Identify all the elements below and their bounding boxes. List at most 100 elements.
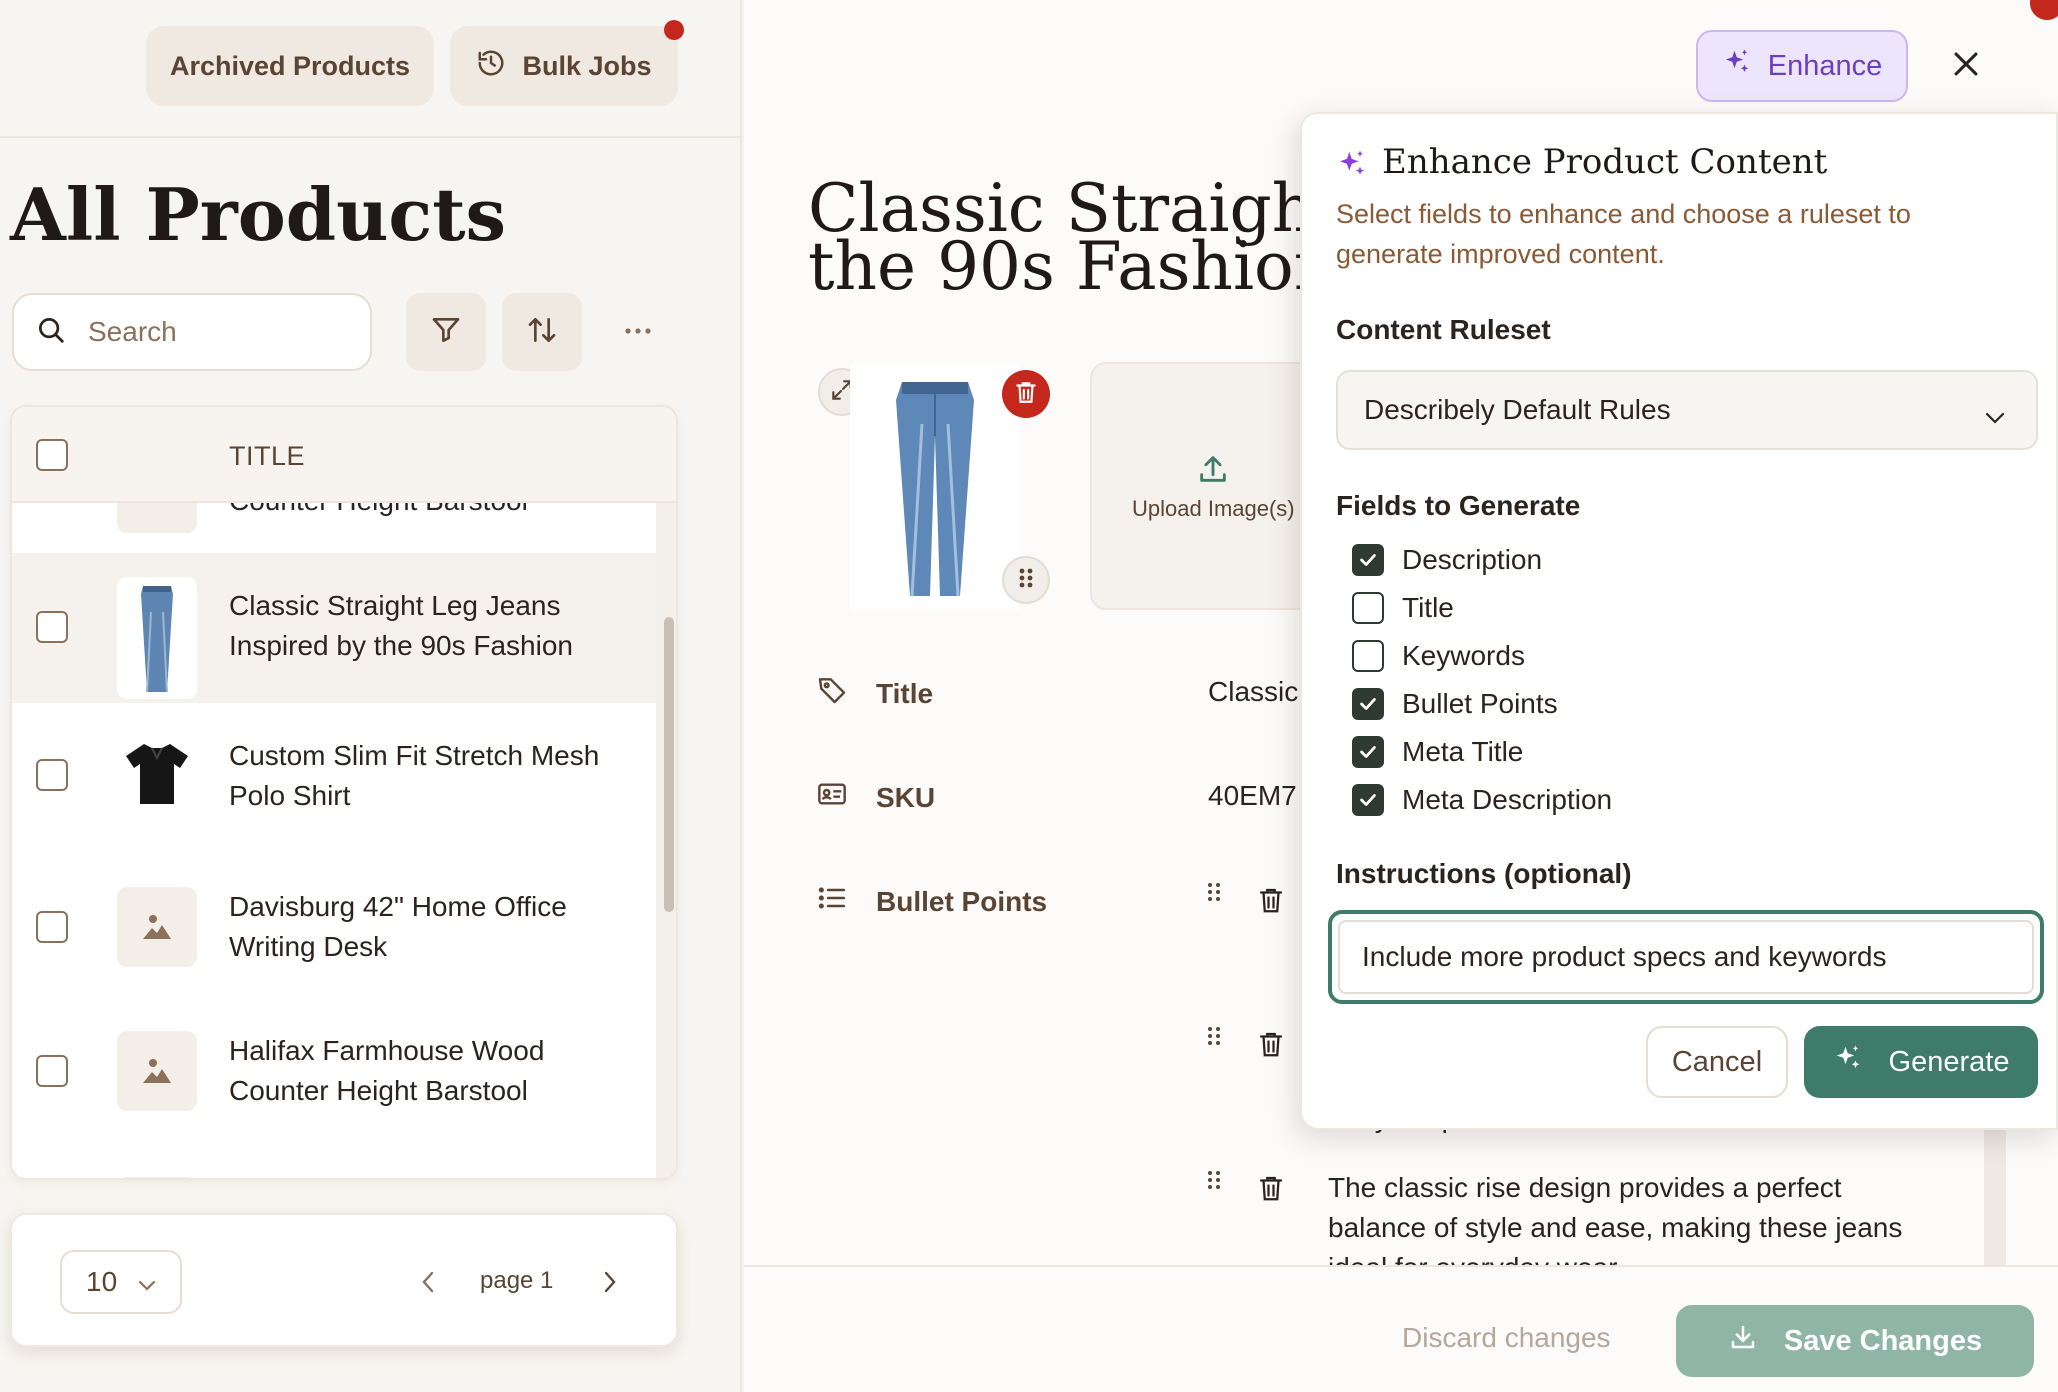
chevron-left-icon (418, 1271, 438, 1301)
sort-button[interactable] (502, 293, 582, 371)
field-checkbox-keywords[interactable]: Keywords (1352, 640, 1525, 672)
generate-button[interactable]: Generate (1804, 1026, 2038, 1098)
row-checkbox[interactable] (36, 759, 68, 791)
jeans-image (117, 577, 197, 699)
chevron-down-icon (137, 1266, 157, 1298)
product-list-panel: Archived Products Bulk Jobs All Products… (0, 0, 742, 1392)
cancel-button[interactable]: Cancel (1646, 1026, 1788, 1098)
product-table: TITLE Counter Height Barstool Classic St… (10, 405, 678, 1180)
close-button[interactable] (1942, 42, 1990, 90)
table-scrollbar[interactable] (664, 617, 674, 912)
popover-subtitle: Select fields to enhance and choose a ru… (1336, 199, 1911, 269)
field-checkbox-meta-description[interactable]: Meta Description (1352, 784, 1612, 816)
filter-button[interactable] (406, 293, 486, 371)
notification-badge (2030, 0, 2058, 20)
field-sku: SKU (816, 778, 935, 817)
ruleset-label: Content Ruleset (1336, 314, 1551, 345)
drag-handle-icon[interactable] (1206, 1024, 1222, 1055)
image-placeholder-icon (117, 1177, 197, 1178)
table-header: TITLE (12, 407, 676, 503)
drag-handle-icon[interactable] (1206, 1168, 1222, 1199)
field-checkbox-title[interactable]: Title (1352, 592, 1454, 624)
filter-icon (430, 314, 462, 351)
trash-icon[interactable] (1256, 1172, 1286, 1209)
enhance-button[interactable]: Enhance (1696, 30, 1908, 102)
fields-label: Fields to Generate (1336, 490, 1581, 521)
enhance-popover: Enhance Product Content Select fields to… (1300, 112, 2058, 1130)
bulk-jobs-button[interactable]: Bulk Jobs (450, 26, 678, 106)
page-indicator: page 1 (480, 1267, 554, 1294)
image-placeholder-icon (117, 503, 197, 533)
table-row[interactable] (12, 1139, 656, 1178)
table-row[interactable]: Davisburg 42" Home Office Writing Desk (12, 849, 656, 993)
sku-value[interactable]: 40EM7 (1208, 780, 1297, 812)
trash-icon (1013, 379, 1039, 410)
search-placeholder: Search (88, 316, 177, 347)
product-image-jeans (850, 364, 1020, 610)
tag-icon (816, 674, 848, 713)
checkbox-checked[interactable] (1352, 784, 1384, 816)
instructions-label: Instructions (optional) (1336, 858, 1632, 889)
close-icon (1949, 47, 1983, 86)
ellipsis-icon (623, 323, 653, 341)
detail-footer: Discard changes Save Changes (744, 1265, 2058, 1392)
delete-image-button[interactable] (1002, 370, 1050, 418)
notification-dot (664, 20, 684, 40)
archived-products-button[interactable]: Archived Products (146, 26, 434, 106)
checkbox-checked[interactable] (1352, 688, 1384, 720)
checkbox-checked[interactable] (1352, 544, 1384, 576)
row-checkbox[interactable] (36, 611, 68, 643)
column-header-title: TITLE (229, 441, 306, 471)
table-row[interactable]: Custom Slim Fit Stretch Mesh Polo Shirt (12, 703, 656, 849)
upload-icon (1196, 452, 1230, 491)
id-card-icon (816, 778, 848, 817)
download-icon (1728, 1322, 1758, 1360)
pagination-bar: 10 page 1 (10, 1213, 678, 1347)
field-checkbox-bullet-points[interactable]: Bullet Points (1352, 688, 1558, 720)
list-topbar: Archived Products Bulk Jobs (0, 0, 740, 138)
detail-scroll-track[interactable] (1984, 1120, 2006, 1265)
field-checkbox-meta-title[interactable]: Meta Title (1352, 736, 1523, 768)
table-row[interactable]: Halifax Farmhouse Wood Counter Height Ba… (12, 993, 656, 1139)
sparkles-icon (1336, 148, 1368, 185)
list-icon (816, 882, 848, 921)
field-checkbox-description[interactable]: Description (1352, 544, 1542, 576)
select-all-checkbox[interactable] (36, 439, 68, 471)
page-size-select[interactable]: 10 (60, 1250, 182, 1314)
image-placeholder-icon (117, 1031, 197, 1111)
table-row[interactable]: Counter Height Barstool (12, 503, 656, 553)
row-checkbox[interactable] (36, 1055, 68, 1087)
table-row[interactable]: Classic Straight Leg Jeans Inspired by t… (12, 553, 656, 703)
grip-icon (1016, 566, 1036, 595)
search-input[interactable]: Search (12, 293, 372, 371)
page-title: All Products (10, 172, 507, 257)
history-icon (476, 48, 506, 85)
next-page-button[interactable] (600, 1267, 620, 1302)
checkbox-checked[interactable] (1352, 736, 1384, 768)
checkbox-unchecked[interactable] (1352, 640, 1384, 672)
trash-icon[interactable] (1256, 884, 1286, 921)
field-bullet-points: Bullet Points (816, 882, 1047, 921)
trash-icon[interactable] (1256, 1028, 1286, 1065)
drag-handle-icon[interactable] (1206, 880, 1222, 911)
detail-title: Classic Straight the 90s Fashion (808, 180, 1341, 296)
sort-icon (526, 314, 558, 351)
ruleset-select[interactable]: Describely Default Rules (1336, 370, 2038, 450)
title-value[interactable]: Classic (1208, 676, 1298, 708)
popover-title: Enhance Product Content (1382, 142, 1828, 182)
sparkles-icon (1722, 47, 1752, 85)
more-options-button[interactable] (616, 312, 660, 352)
chevron-down-icon (1984, 400, 2006, 432)
discard-changes-button[interactable]: Discard changes (1402, 1322, 1611, 1354)
prev-page-button[interactable] (418, 1267, 438, 1302)
drag-image-handle[interactable] (1002, 556, 1050, 604)
bullet-point-text[interactable]: The classic rise design provides a perfe… (1328, 1168, 1928, 1266)
chevron-right-icon (600, 1271, 620, 1301)
image-placeholder-icon (117, 887, 197, 967)
row-checkbox[interactable] (36, 911, 68, 943)
save-changes-button[interactable]: Save Changes (1676, 1305, 2034, 1377)
checkbox-unchecked[interactable] (1352, 592, 1384, 624)
sparkles-icon (1833, 1043, 1863, 1081)
field-title: Title (816, 674, 933, 713)
instructions-input[interactable]: Include more product specs and keywords (1328, 910, 2044, 1004)
